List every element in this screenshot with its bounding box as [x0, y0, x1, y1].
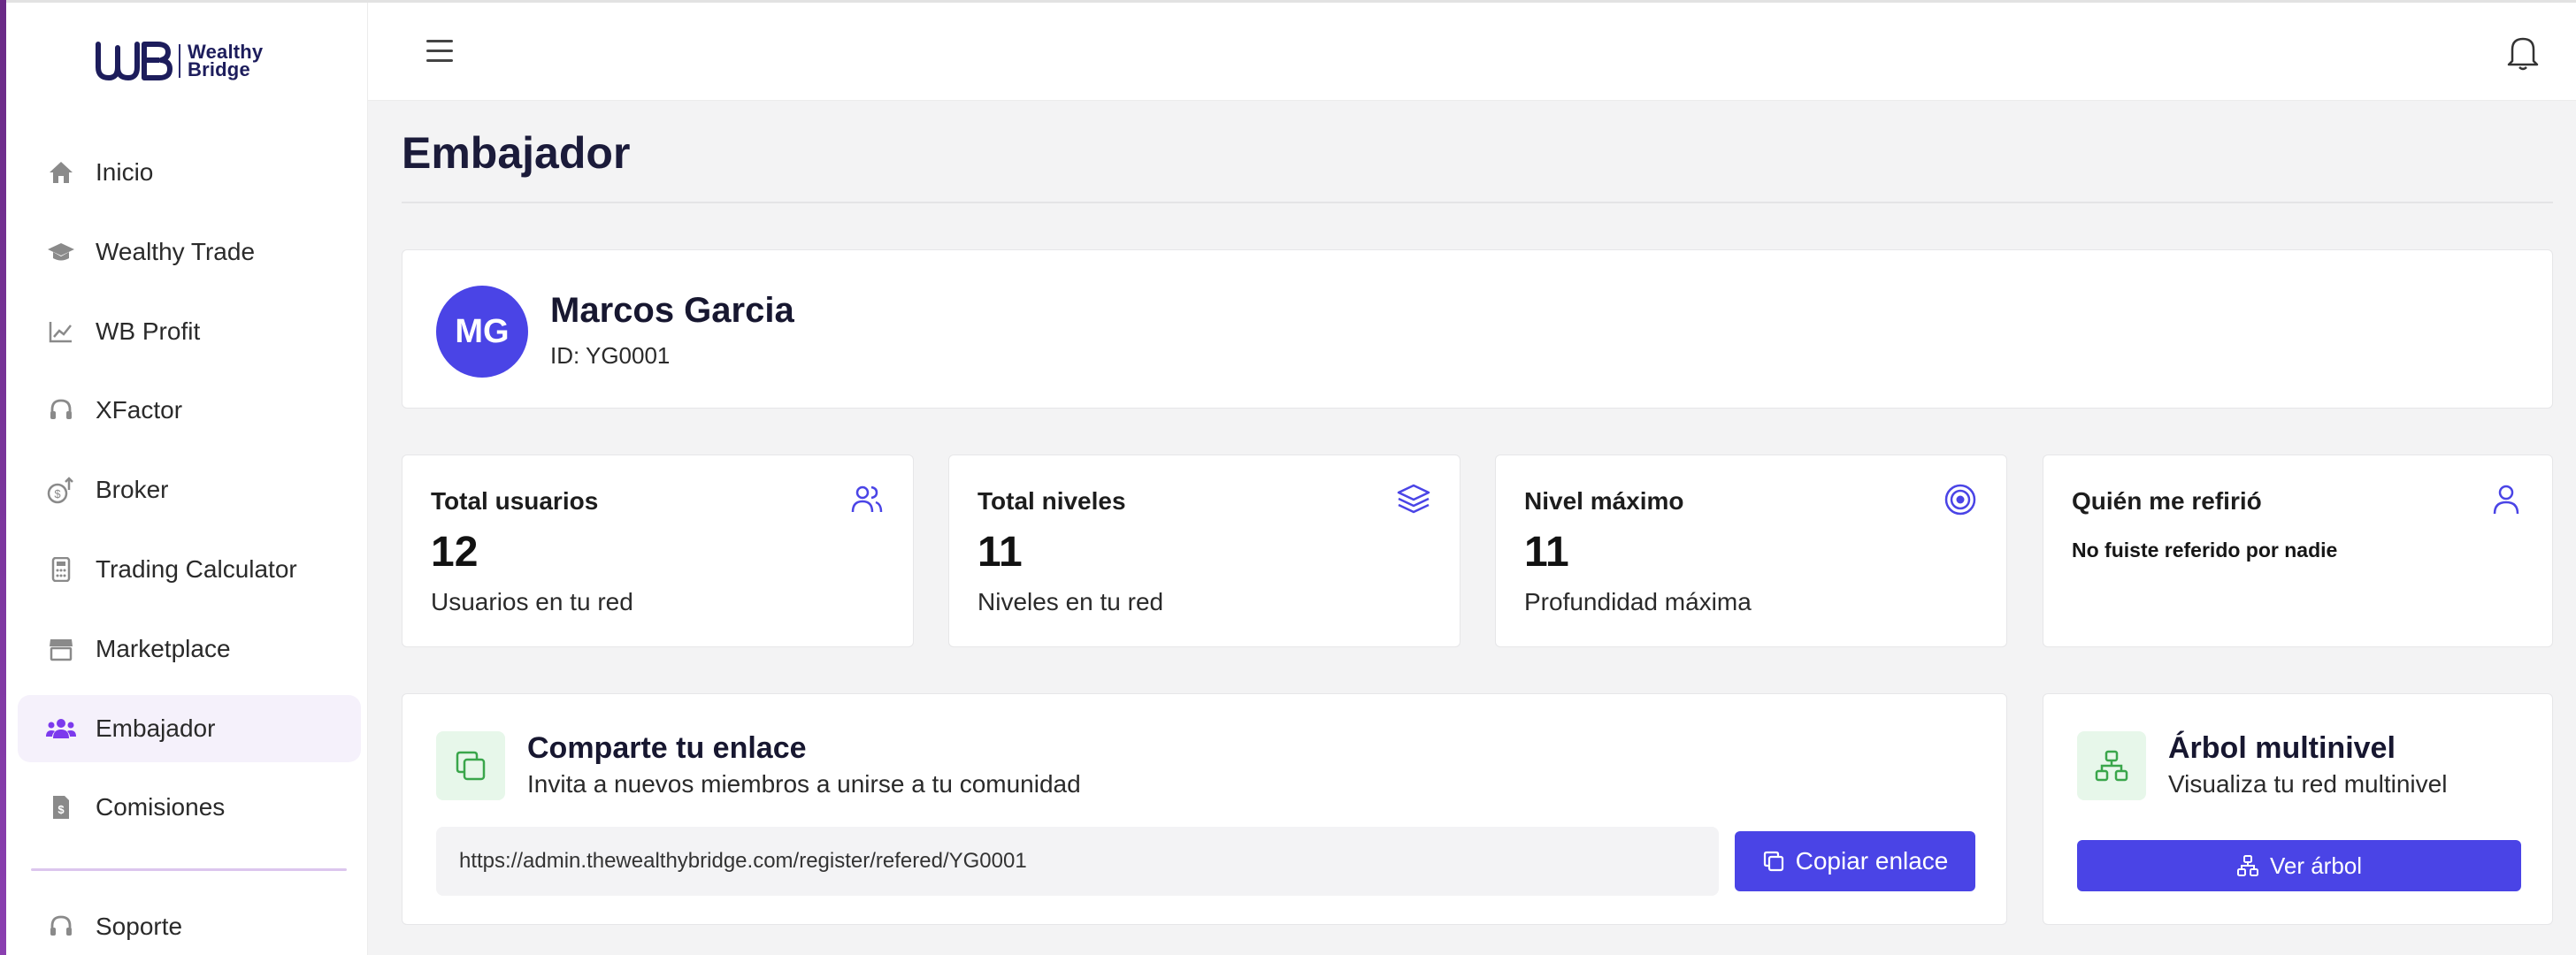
- copy-icon: [436, 731, 505, 800]
- sidebar-item-label: Soporte: [96, 913, 183, 940]
- stat-card-total-usuarios: Total usuarios 12 Usuarios en tu red: [402, 455, 914, 647]
- sidebar-divider: [31, 868, 347, 871]
- sidebar-item-inicio[interactable]: Inicio: [18, 139, 361, 206]
- profile-card: MG Marcos Garcia ID: YG0001: [402, 249, 2553, 409]
- top-bar: [368, 3, 2576, 101]
- hamburger-icon[interactable]: [426, 40, 453, 63]
- copy-link-button-label: Copiar enlace: [1795, 847, 1949, 875]
- graduation-cap-icon: [46, 237, 76, 267]
- logo[interactable]: Wealthy Bridge: [96, 39, 263, 83]
- referral-link-field[interactable]: [436, 827, 1719, 896]
- line-chart-icon: [46, 317, 76, 347]
- stat-value: 11: [978, 529, 1023, 576]
- home-icon: [46, 157, 76, 187]
- sidebar-item-label: XFactor: [96, 396, 183, 424]
- sidebar-item-label: WB Profit: [96, 317, 201, 345]
- sidebar-item-label: Marketplace: [96, 634, 231, 662]
- sidebar: Wealthy Bridge Inicio Wealthy Trade WB P…: [0, 0, 368, 955]
- left-accent-bar: [0, 0, 6, 955]
- view-tree-button-label: Ver árbol: [2269, 852, 2363, 879]
- stat-title: Total usuarios: [431, 487, 599, 515]
- referrer-note: No fuiste referido por nadie: [2072, 539, 2338, 562]
- logo-separator: [179, 44, 180, 78]
- stat-card-total-niveles: Total niveles 11 Niveles en tu red: [948, 455, 1460, 647]
- copy-link-button[interactable]: Copiar enlace: [1735, 831, 1975, 891]
- users-outline-icon: [849, 482, 885, 517]
- sidebar-item-label: Wealthy Trade: [96, 237, 256, 265]
- invoice-icon: $: [46, 792, 76, 822]
- headset-icon: [46, 395, 76, 425]
- stat-title: Quién me refirió: [2072, 487, 2262, 515]
- calculator-icon: [46, 554, 76, 584]
- svg-text:$: $: [58, 803, 65, 816]
- layers-icon: [1396, 482, 1431, 517]
- profile-name: Marcos Garcia: [550, 291, 794, 330]
- stat-subtitle: Usuarios en tu red: [431, 588, 633, 615]
- stat-subtitle: Niveles en tu red: [978, 588, 1164, 615]
- coin-up-icon: $: [46, 475, 76, 505]
- stat-title: Total niveles: [978, 487, 1126, 515]
- share-subtitle: Invita a nuevos miembros a unirse a tu c…: [527, 770, 1081, 798]
- sidebar-item-wb-profit[interactable]: WB Profit: [18, 298, 361, 365]
- users-icon: [46, 714, 76, 744]
- sidebar-item-marketplace[interactable]: Marketplace: [18, 615, 361, 683]
- tree-title: Árbol multinivel: [2168, 731, 2396, 765]
- stat-value: 11: [1524, 529, 1569, 576]
- sidebar-item-wealthy-trade[interactable]: Wealthy Trade: [18, 218, 361, 286]
- svg-text:$: $: [54, 487, 61, 500]
- sidebar-item-comisiones[interactable]: $ Comisiones: [18, 774, 361, 841]
- logo-mark-icon: [96, 40, 173, 82]
- avatar: MG: [436, 286, 528, 378]
- store-icon: [46, 634, 76, 664]
- sidebar-item-label: Inicio: [96, 158, 154, 186]
- title-divider: [402, 202, 2553, 203]
- share-link-card: Comparte tu enlace Invita a nuevos miemb…: [402, 693, 2007, 925]
- copy-icon: [1763, 851, 1783, 872]
- logo-line-2: Bridge: [188, 58, 250, 80]
- page-title: Embajador: [402, 128, 631, 178]
- sidebar-item-label: Embajador: [96, 714, 216, 742]
- top-border: [0, 0, 2576, 3]
- multilevel-tree-card: Árbol multinivel Visualiza tu red multin…: [2043, 693, 2553, 925]
- stat-subtitle: Profundidad máxima: [1524, 588, 1752, 615]
- sitemap-icon: [2077, 731, 2146, 800]
- sidebar-item-embajador[interactable]: Embajador: [18, 694, 361, 762]
- sidebar-item-xfactor[interactable]: XFactor: [18, 377, 361, 444]
- bell-icon[interactable]: [2505, 33, 2541, 72]
- profile-id: ID: YG0001: [550, 342, 671, 369]
- sidebar-item-trading-calculator[interactable]: Trading Calculator: [18, 536, 361, 603]
- sidebar-item-soporte[interactable]: Soporte: [18, 893, 361, 955]
- logo-text: Wealthy Bridge: [188, 42, 263, 80]
- sidebar-item-label: Broker: [96, 476, 169, 504]
- target-icon: [1943, 482, 1978, 517]
- sidebar-support-section: Soporte: [18, 893, 361, 955]
- stat-card-nivel-maximo: Nivel máximo 11 Profundidad máxima: [1495, 455, 2007, 647]
- sitemap-icon: [2236, 855, 2258, 876]
- sidebar-item-label: Trading Calculator: [96, 554, 297, 583]
- sidebar-item-broker[interactable]: $ Broker: [18, 456, 361, 523]
- stat-title: Nivel máximo: [1524, 487, 1684, 515]
- headset-icon: [46, 912, 76, 942]
- sidebar-item-label: Comisiones: [96, 793, 226, 821]
- user-outline-icon: [2488, 482, 2524, 517]
- view-tree-button[interactable]: Ver árbol: [2077, 840, 2521, 891]
- stat-card-quien-me-refirio: Quién me refirió No fuiste referido por …: [2043, 455, 2553, 647]
- stat-value: 12: [431, 529, 479, 576]
- tree-subtitle: Visualiza tu red multinivel: [2168, 770, 2448, 798]
- share-title: Comparte tu enlace: [527, 731, 807, 765]
- sidebar-nav: Inicio Wealthy Trade WB Profit XFactor $…: [18, 139, 361, 853]
